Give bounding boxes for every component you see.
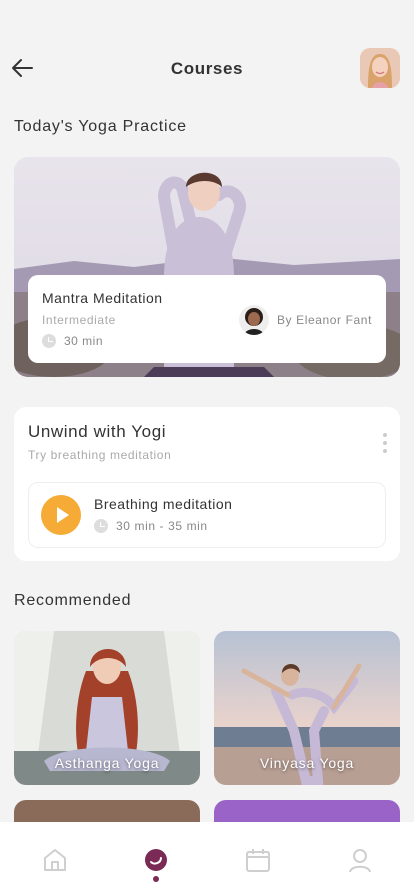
session-item[interactable]: Breathing meditation 30 min - 35 min	[28, 482, 386, 548]
session-duration-text: 30 min - 35 min	[116, 519, 208, 533]
course-duration-text: 30 min	[64, 334, 104, 348]
today-course-card[interactable]: Mantra Meditation Intermediate 30 min By…	[14, 157, 400, 377]
session-title: Breathing meditation	[94, 496, 233, 512]
course-duration: 30 min	[42, 334, 103, 348]
session-duration: 30 min - 35 min	[94, 519, 208, 533]
section-title-today: Today's Yoga Practice	[14, 118, 187, 135]
user-avatar[interactable]	[360, 48, 400, 88]
course-level: Intermediate	[42, 313, 116, 327]
active-tab-indicator	[153, 876, 159, 882]
page-title: Courses	[170, 59, 244, 78]
clock-icon	[42, 334, 56, 348]
clock-icon	[94, 519, 108, 533]
card-label: Asthanga Yoga	[54, 755, 160, 771]
section-title-recommended: Recommended	[14, 592, 132, 609]
recommended-card-vinyasa[interactable]: Vinyasa Yoga	[214, 631, 400, 785]
card-label: Vinyasa Yoga	[259, 755, 355, 771]
profile-icon	[349, 849, 371, 873]
calendar-icon	[246, 849, 270, 872]
unwind-card: Unwind with Yogi Try breathing meditatio…	[14, 407, 400, 561]
header: Courses	[0, 46, 414, 90]
tab-meditation[interactable]	[142, 846, 170, 874]
home-icon	[44, 849, 66, 871]
unwind-title: Unwind with Yogi	[28, 422, 167, 441]
more-options-icon[interactable]	[382, 433, 388, 453]
author-name: By Eleanor Fant	[276, 313, 372, 327]
course-info-panel: Mantra Meditation Intermediate 30 min By…	[28, 275, 386, 363]
meditation-icon	[145, 849, 167, 871]
recommended-card-asthanga[interactable]: Asthanga Yoga	[14, 631, 200, 785]
tab-calendar[interactable]	[244, 846, 272, 874]
course-name: Mantra Meditation	[42, 290, 163, 306]
bottom-tab-bar	[0, 822, 414, 896]
course-author[interactable]: By Eleanor Fant	[238, 305, 372, 335]
play-button[interactable]	[41, 495, 81, 535]
tab-profile[interactable]	[346, 846, 374, 874]
tab-home[interactable]	[41, 846, 69, 874]
author-avatar	[238, 305, 269, 335]
unwind-subtitle: Try breathing meditation	[28, 448, 172, 462]
